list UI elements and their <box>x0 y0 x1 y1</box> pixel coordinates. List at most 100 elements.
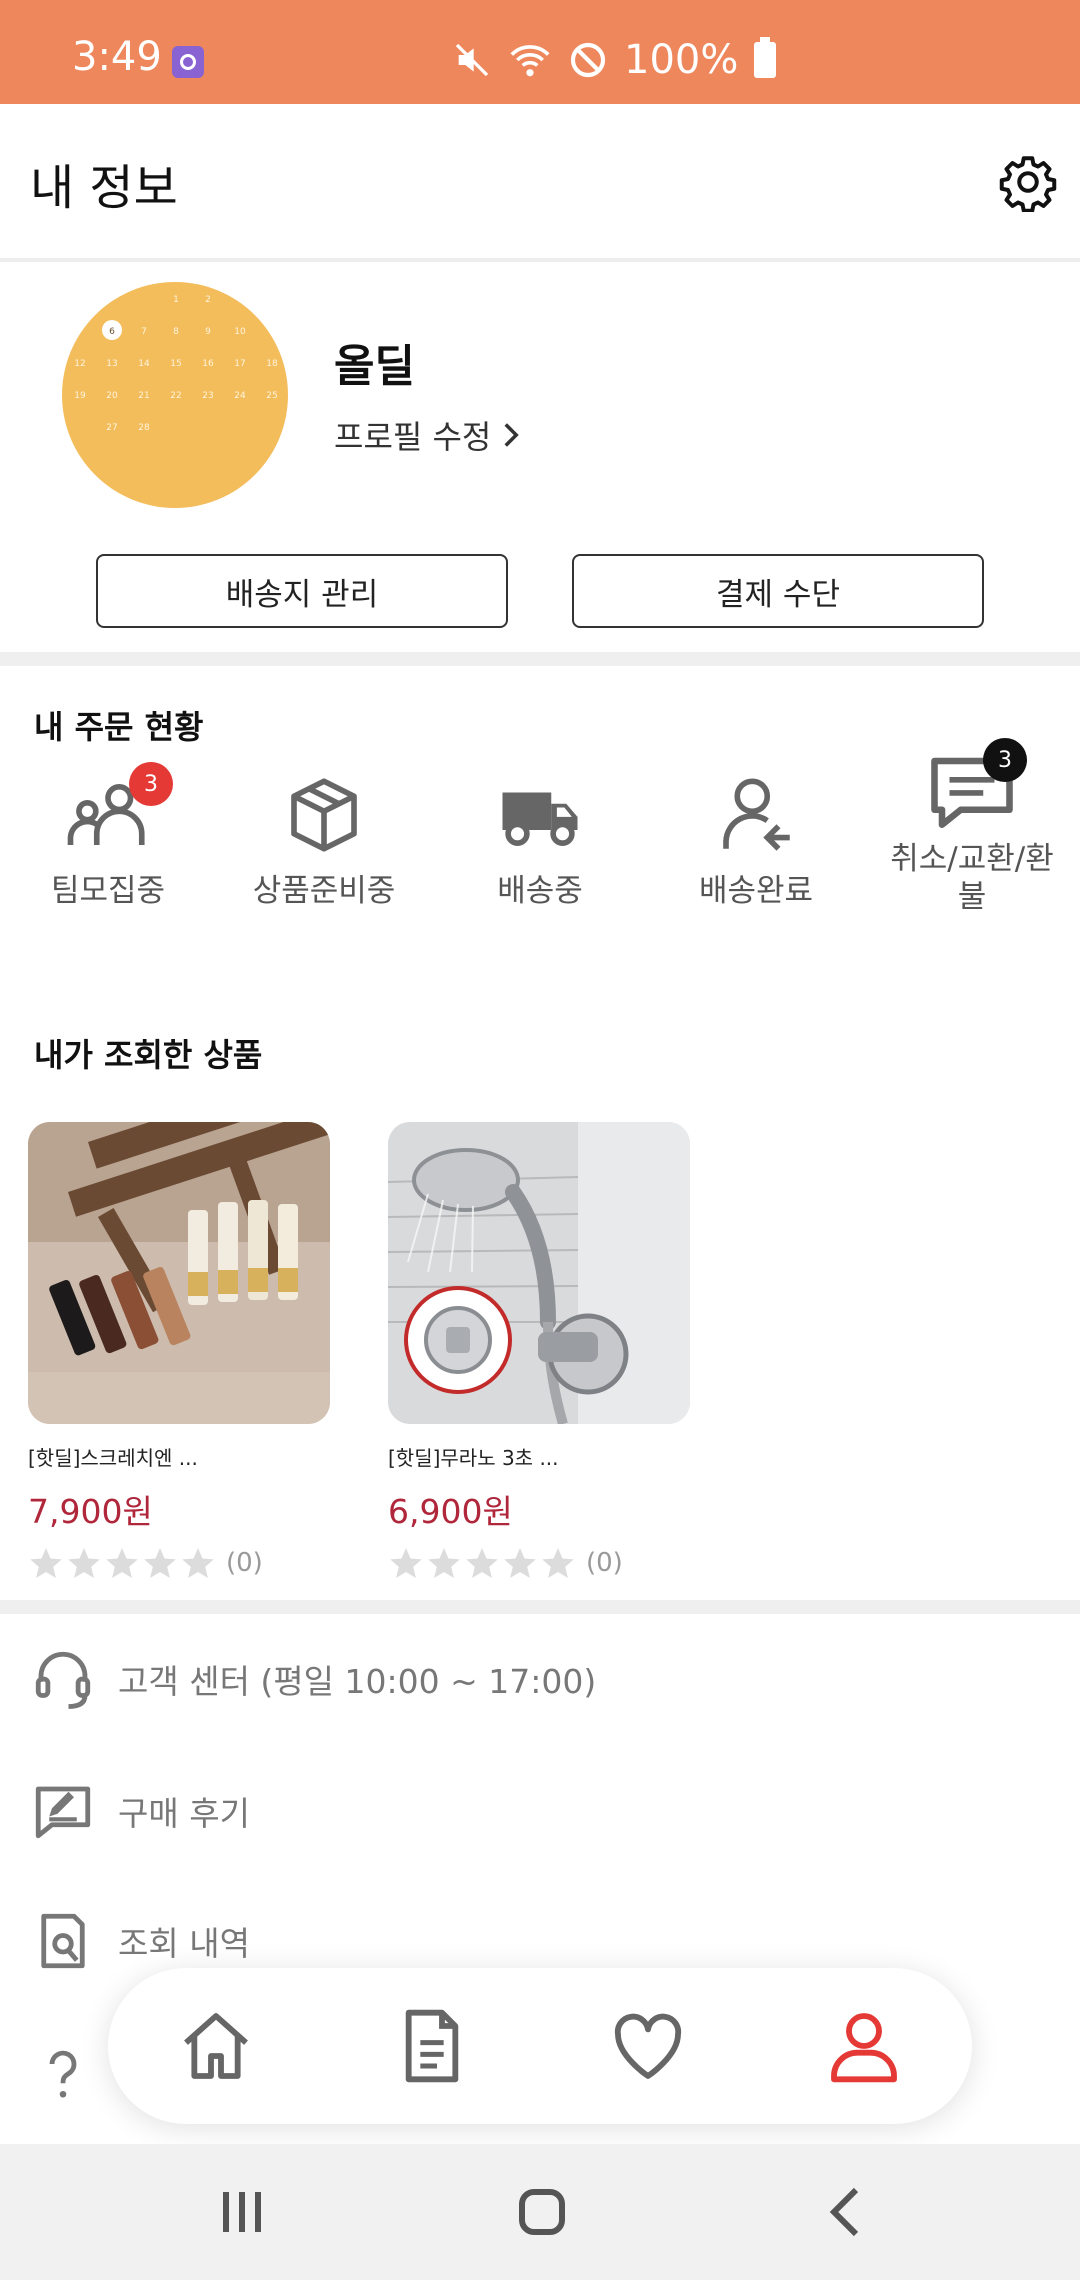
status-bar: 3:49 100% <box>0 0 1080 104</box>
avatar-number: 10 <box>234 327 246 337</box>
star-icon <box>68 1548 100 1578</box>
username: 올딜 <box>334 341 415 392</box>
person-icon[interactable] <box>824 2006 904 2086</box>
avatar-number: 16 <box>202 359 214 369</box>
product-card[interactable]: [핫딜]스크레치엔 ... 7,900원 (0) <box>28 1122 332 1581</box>
status-icons: 100% <box>452 37 777 83</box>
menu-view-history[interactable]: 조회 내역 <box>30 1906 1030 1976</box>
order-badge: 3 <box>129 762 173 806</box>
address-manage-button[interactable]: 배송지 관리 <box>96 554 508 628</box>
avatar-number: 24 <box>234 391 246 401</box>
status-time: 3:49 <box>72 34 162 80</box>
avatar-number: 1 <box>173 295 179 305</box>
order-label: 취소/교환/환 불 <box>890 841 1054 915</box>
order-team-recruiting[interactable]: 3 팀모집중 <box>0 762 216 970</box>
product-price: 7,900원 <box>28 1492 153 1531</box>
block-icon <box>570 42 606 78</box>
team-icon: 3 <box>63 762 173 860</box>
star-icon <box>390 1548 422 1578</box>
avatar-number: 15 <box>170 359 181 369</box>
menu-customer-center[interactable]: 고객 센터 (평일 10:00 ~ 17:00) <box>30 1644 1030 1714</box>
heart-icon[interactable] <box>608 2006 688 2086</box>
star-icon <box>30 1548 62 1578</box>
menu-label: 고객 센터 (평일 10:00 ~ 17:00) <box>118 1662 597 1701</box>
avatar-number: 25 <box>266 391 277 401</box>
order-cancel-exchange[interactable]: 3 취소/교환/환 불 <box>864 738 1080 946</box>
battery-icon <box>754 37 777 78</box>
star-icon <box>504 1548 536 1578</box>
avatar-number: 6 <box>109 327 115 337</box>
back-icon[interactable] <box>814 2180 878 2244</box>
truck-icon <box>495 770 585 860</box>
avatar-number: 17 <box>234 359 245 369</box>
avatar-number: 22 <box>170 391 181 401</box>
box-icon <box>279 770 369 860</box>
app-header: 내 정보 <box>0 104 1080 262</box>
avatar-number: 13 <box>106 359 117 369</box>
avatar-number: 7 <box>141 327 147 337</box>
avatar-number: 19 <box>74 391 86 401</box>
star-icon <box>542 1548 574 1578</box>
profile-edit-link[interactable]: 프로필 수정 <box>334 412 521 458</box>
avatar-number: 23 <box>202 391 213 401</box>
order-preparing[interactable]: 상품준비중 <box>216 770 432 970</box>
mute-icon <box>455 43 489 77</box>
headset-icon <box>35 1651 91 1709</box>
rating-count: (0) <box>226 1548 263 1578</box>
menu-label: 조회 내역 <box>118 1924 250 1963</box>
app-notification-icon <box>172 46 204 78</box>
menu-purchase-reviews[interactable]: 구매 후기 <box>30 1776 1030 1846</box>
order-status-row: 3 팀모집중 상품준비중 배송중 배송완료 3 취소/교환/환 불 <box>0 738 1080 970</box>
home-button-icon[interactable] <box>510 2180 574 2244</box>
system-navigation-bar <box>0 2144 1080 2280</box>
profile-edit-label: 프로필 수정 <box>334 418 492 456</box>
person-check-icon <box>711 770 801 860</box>
section-divider <box>0 652 1080 666</box>
star-icon <box>466 1548 498 1578</box>
star-icon <box>106 1548 138 1578</box>
document-icon[interactable] <box>392 2006 472 2086</box>
product-rating: (0) <box>388 1545 692 1581</box>
viewed-products-title: 내가 조회한 상품 <box>34 1036 263 1074</box>
product-name: [핫딜]스크레치엔 ... <box>28 1446 198 1470</box>
avatar-number: 27 <box>106 423 117 433</box>
product-image[interactable] <box>388 1122 690 1424</box>
payment-method-button[interactable]: 결제 수단 <box>572 554 984 628</box>
order-label: 배송완료 <box>698 873 814 909</box>
order-label: 상품준비중 <box>252 873 396 909</box>
gear-icon[interactable] <box>998 152 1058 212</box>
profile-section: 1 2 6 7 8 9 10 12 13 14 15 16 17 18 19 20 21 22 23 24 25 27 28… <box>0 264 1080 654</box>
chat-icon: 3 <box>927 738 1027 836</box>
avatar-number: 18 <box>266 359 278 369</box>
avatar-number: 8 <box>173 327 179 337</box>
avatar-number: 2 <box>205 295 211 305</box>
battery-percent: 100% <box>624 37 739 83</box>
product-name: [핫딜]무라노 3초 ... <box>388 1446 559 1470</box>
wifi-icon <box>510 45 550 77</box>
avatar-number: 28 <box>138 423 150 433</box>
order-label: 팀모집중 <box>50 873 166 909</box>
menu-label: 구매 후기 <box>118 1794 250 1833</box>
profile-button-row: 배송지 관리 결제 수단 <box>96 554 984 628</box>
order-badge: 3 <box>983 738 1027 782</box>
chevron-right-icon <box>504 423 520 447</box>
rating-count: (0) <box>586 1548 623 1578</box>
question-icon <box>49 2050 77 2098</box>
order-label: 배송중 <box>497 873 583 909</box>
avatar-number: 20 <box>106 391 118 401</box>
recent-apps-icon[interactable] <box>210 2180 274 2244</box>
avatar-number: 9 <box>205 327 211 337</box>
star-icon <box>428 1548 460 1578</box>
history-search-icon <box>41 1913 85 1969</box>
avatar-number: 14 <box>138 359 150 369</box>
home-icon[interactable] <box>176 2006 256 2086</box>
order-delivered[interactable]: 배송완료 <box>648 770 864 970</box>
bottom-navigation <box>108 1968 972 2124</box>
product-image[interactable] <box>28 1122 330 1424</box>
avatar[interactable]: 1 2 6 7 8 9 10 12 13 14 15 16 17 18 19 20 21 22 23 24 25 27 28 <box>62 282 288 508</box>
order-shipping[interactable]: 배송중 <box>432 770 648 970</box>
product-rating: (0) <box>28 1545 332 1581</box>
avatar-number: 21 <box>138 391 149 401</box>
product-card[interactable]: [핫딜]무라노 3초 ... 6,900원 (0) <box>388 1122 692 1581</box>
star-icon <box>144 1548 176 1578</box>
